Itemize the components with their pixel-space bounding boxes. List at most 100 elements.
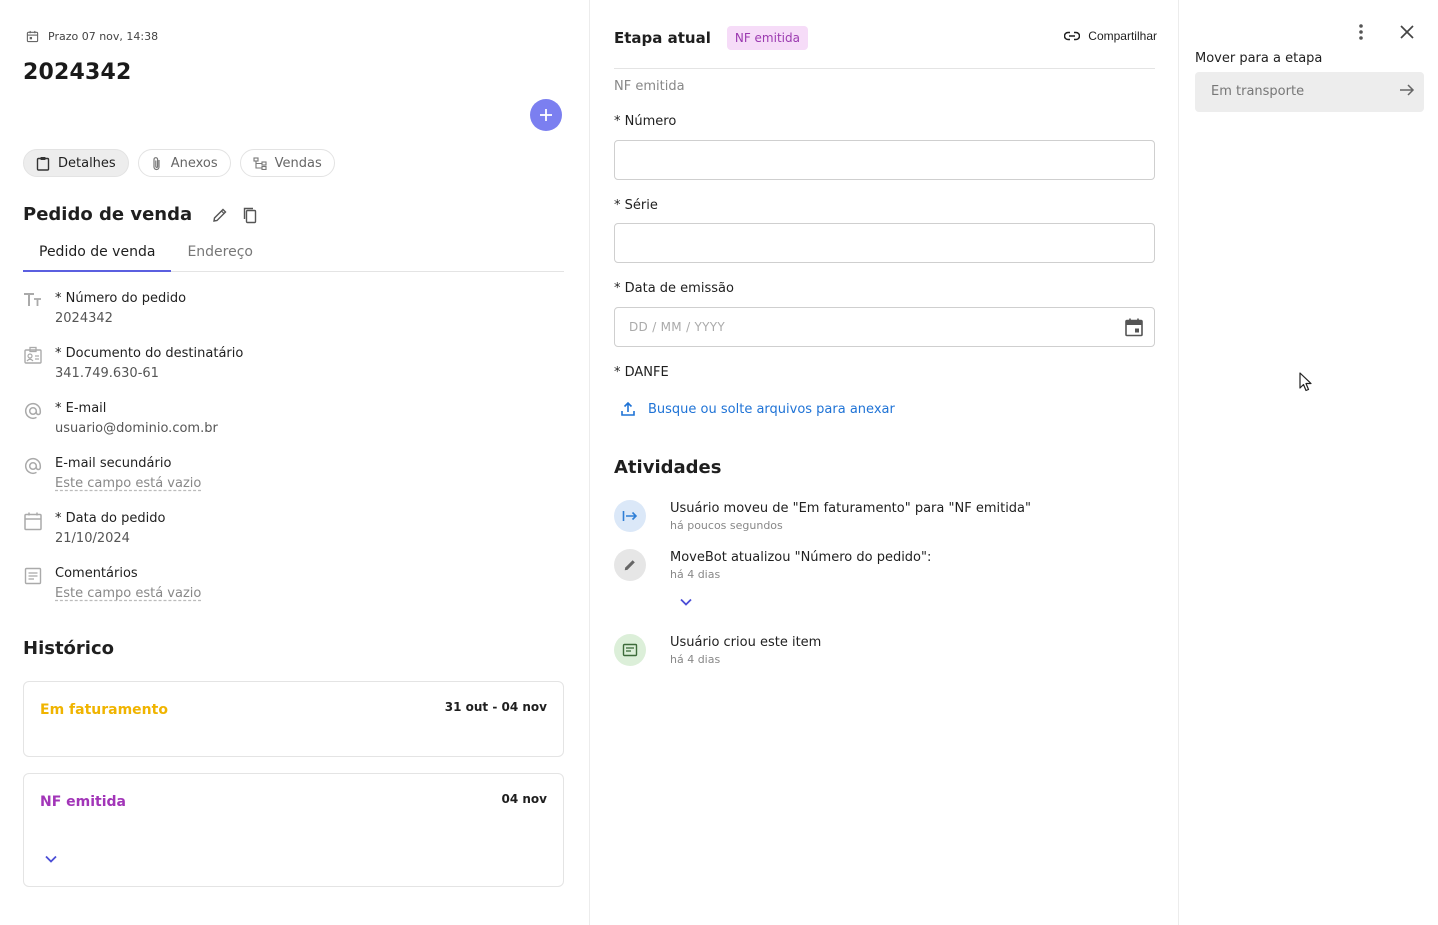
field-label: Comentários: [55, 566, 138, 581]
share-button[interactable]: Compartilhar: [1064, 29, 1157, 43]
pill-vendas[interactable]: Vendas: [239, 149, 335, 177]
activity-text: Usuário criou este item: [670, 635, 822, 650]
field-email: * E-mail usuario@dominio.com.br: [23, 400, 563, 439]
pencil-icon: [212, 207, 228, 223]
move-stage-select[interactable]: Em transporte: [1195, 72, 1424, 112]
share-label: Compartilhar: [1088, 29, 1157, 43]
field-label: * Data do pedido: [55, 511, 166, 526]
kebab-menu-icon: [1358, 23, 1364, 41]
field-value[interactable]: 2024342: [55, 309, 186, 329]
close-icon: [1397, 22, 1417, 42]
activities-title: Atividades: [614, 457, 722, 478]
history-card[interactable]: Em faturamento 31 out - 04 nov: [23, 681, 564, 757]
stage-badge: NF emitida: [726, 26, 808, 50]
pill-label: Anexos: [170, 155, 218, 171]
tab-pedido-de-venda[interactable]: Pedido de venda: [23, 240, 172, 272]
expand-activity-button[interactable]: [679, 597, 693, 607]
pill-anexos[interactable]: Anexos: [137, 149, 231, 177]
field-comentarios: Comentários Este campo está vazio: [23, 565, 563, 604]
paperclip-icon: [151, 156, 163, 171]
activity-time: há poucos segundos: [670, 519, 783, 532]
pill-label: Vendas: [274, 155, 322, 171]
id-card-icon: [23, 345, 55, 384]
field-label: * Número do pedido: [55, 291, 187, 306]
activity-time: há 4 dias: [670, 653, 721, 666]
numero-input[interactable]: [614, 140, 1155, 180]
data-emissao-input[interactable]: DD / MM / YYYY: [614, 307, 1155, 347]
serie-label: * Série: [614, 198, 658, 213]
section-title: Pedido de venda: [23, 204, 193, 225]
edit-button[interactable]: [212, 207, 228, 223]
numero-label: * Número: [614, 114, 677, 129]
plus-icon: [539, 108, 553, 122]
field-empty-value[interactable]: Este campo está vazio: [55, 584, 201, 604]
stage-panel: Etapa atual NF emitida Compartilhar NF e…: [589, 0, 1178, 925]
field-value[interactable]: 341.749.630-61: [55, 364, 243, 384]
nav-pills: Detalhes Anexos Vendas: [23, 149, 335, 177]
calendar-icon: [23, 510, 55, 549]
upload-icon: [620, 401, 636, 417]
history-stage-date: 31 out - 04 nov: [444, 700, 547, 714]
chevron-down-icon[interactable]: [44, 854, 58, 864]
calendar-icon: [1124, 317, 1144, 337]
history-card[interactable]: NF emitida 04 nov: [23, 773, 564, 887]
field-documento: * Documento do destinatário 341.749.630-…: [23, 345, 563, 384]
close-button[interactable]: [1397, 22, 1417, 42]
field-label: * Documento do destinatário: [55, 346, 244, 361]
move-label: Mover para a etapa: [1195, 51, 1323, 66]
serie-input[interactable]: [614, 223, 1155, 263]
at-icon: [23, 455, 55, 494]
mouse-cursor-icon: [1299, 372, 1313, 392]
calendar-icon: [26, 30, 39, 43]
activity-text: MoveBot atualizou "Número do pedido":: [670, 550, 932, 565]
hierarchy-icon: [253, 156, 267, 170]
arrow-right-icon[interactable]: [1398, 82, 1416, 98]
at-icon: [23, 400, 55, 439]
notes-icon: [23, 565, 55, 604]
activity-text: Usuário moveu de "Em faturamento" para "…: [670, 501, 1031, 516]
field-value[interactable]: usuario@dominio.com.br: [55, 419, 218, 439]
field-label: * E-mail: [55, 401, 107, 416]
activity-item: Usuário moveu de "Em faturamento" para "…: [614, 500, 1031, 534]
upload-link[interactable]: Busque ou solte arquivos para anexar: [620, 401, 895, 417]
move-panel: Mover para a etapa Em transporte: [1178, 0, 1438, 925]
date-picker-button[interactable]: [1124, 317, 1144, 337]
field-label: E-mail secundário: [55, 456, 172, 471]
move-arrow-icon: [614, 500, 646, 532]
pill-detalhes[interactable]: Detalhes: [23, 149, 129, 177]
field-data-pedido: * Data do pedido 21/10/2024: [23, 510, 563, 549]
deadline-text: Prazo 07 nov, 14:38: [48, 30, 159, 43]
detail-panel: Prazo 07 nov, 14:38 2024342 Detalhes Ane…: [0, 0, 588, 925]
divider: [614, 68, 1155, 69]
item-title: 2024342: [23, 60, 132, 85]
link-icon: [1064, 31, 1081, 41]
activity-item: MoveBot atualizou "Número do pedido": há…: [614, 549, 931, 583]
field-value[interactable]: 21/10/2024: [55, 529, 165, 549]
clipboard-icon: [36, 156, 50, 171]
upload-label: Busque ou solte arquivos para anexar: [648, 401, 895, 417]
field-email-secundario: E-mail secundário Este campo está vazio: [23, 455, 563, 494]
date-placeholder: DD / MM / YYYY: [629, 320, 726, 334]
chevron-down-icon: [679, 597, 693, 607]
text-type-icon: [23, 290, 55, 329]
pill-label: Detalhes: [58, 155, 116, 171]
tab-endereco[interactable]: Endereço: [171, 240, 269, 272]
stage-label: Etapa atual: [614, 29, 711, 47]
section-tabs: Pedido de venda Endereço: [23, 240, 564, 272]
history-stage-name: Em faturamento: [40, 702, 168, 718]
stage-header: Etapa atual NF emitida: [614, 26, 808, 50]
field-empty-value[interactable]: Este campo está vazio: [55, 474, 201, 494]
activity-time: há 4 dias: [670, 568, 721, 581]
copy-button[interactable]: [242, 206, 258, 224]
copy-icon: [242, 206, 258, 224]
history-title: Histórico: [23, 638, 115, 659]
pencil-icon: [614, 549, 646, 581]
card-icon: [614, 634, 646, 666]
more-options-button[interactable]: [1358, 23, 1364, 41]
form-title: NF emitida: [614, 79, 685, 94]
add-button[interactable]: [530, 99, 562, 131]
move-placeholder: Em transporte: [1211, 84, 1305, 99]
activity-item: Usuário criou este item há 4 dias: [614, 634, 821, 668]
danfe-label: * DANFE: [614, 365, 669, 380]
history-stage-name: NF emitida: [40, 794, 126, 810]
